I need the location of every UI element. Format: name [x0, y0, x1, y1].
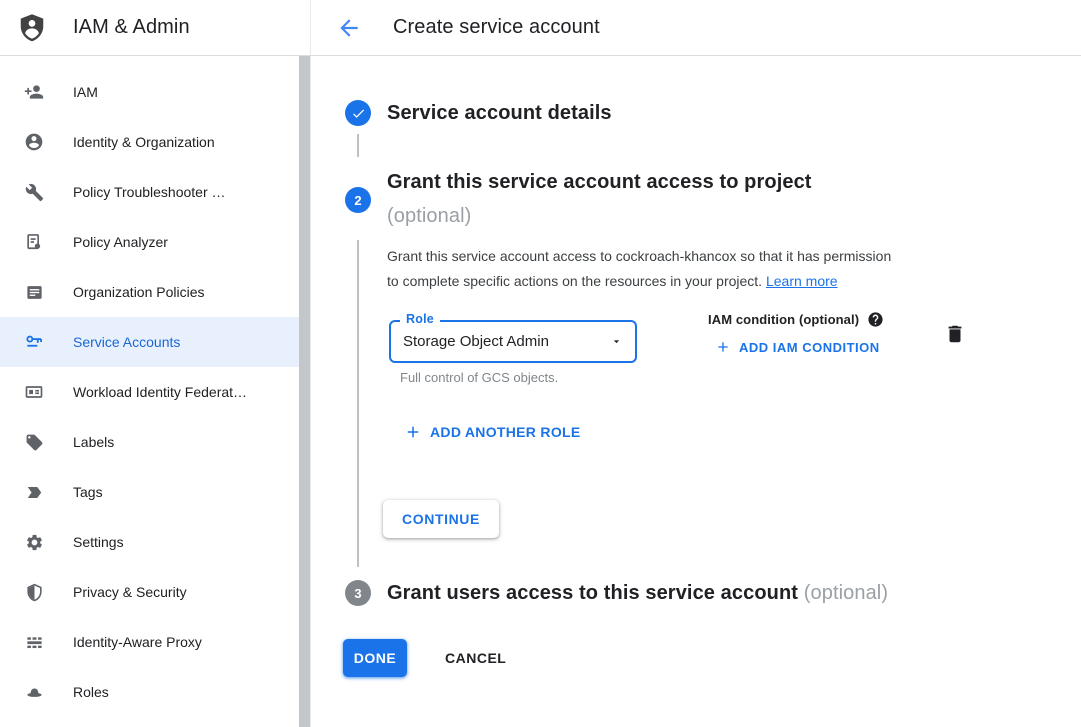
step-connector [357, 240, 359, 567]
sidebar-item-identity-aware-proxy[interactable]: Identity-Aware Proxy [0, 617, 310, 667]
step2-badge: 2 [345, 187, 371, 213]
sidebar-item-labels[interactable]: Labels [0, 417, 310, 467]
sidebar-scrollbar[interactable] [299, 56, 310, 727]
step1-completed-badge [345, 100, 371, 126]
step2-number: 2 [354, 193, 361, 208]
step-connector [357, 134, 359, 157]
back-arrow-icon [336, 15, 362, 41]
sidebar-item-workload-identity-federation[interactable]: Workload Identity Federat… [0, 367, 310, 417]
workload-identity-card-icon [24, 382, 44, 402]
sidebar-nav: IAM Identity & Organization Policy Troub… [0, 56, 311, 727]
step2-description: Grant this service account access to coc… [387, 244, 1007, 294]
product-title: IAM & Admin [73, 16, 190, 39]
wrench-icon [24, 182, 44, 202]
sidebar-item-label: Policy Troubleshooter … [73, 184, 226, 200]
step3-badge: 3 [345, 580, 371, 606]
description-line1: Grant this service account access to coc… [387, 248, 891, 264]
sidebar-item-roles[interactable]: Roles [0, 667, 310, 717]
sidebar-item-service-accounts[interactable]: Service Accounts [0, 317, 310, 367]
step3-title-text: Grant users access to this service accou… [387, 582, 798, 604]
label-tag-icon [24, 432, 44, 452]
sidebar-item-label: IAM [73, 84, 98, 100]
roles-hat-icon [24, 682, 44, 702]
organization-policies-icon [24, 282, 44, 302]
identity-aware-proxy-icon [24, 632, 44, 652]
sidebar-item-label: Labels [73, 434, 114, 450]
role-helper-text: Full control of GCS objects. [400, 370, 558, 385]
shield-icon [24, 582, 44, 602]
sidebar-item-label: Identity-Aware Proxy [73, 634, 202, 650]
back-button[interactable] [336, 15, 362, 41]
sidebar-item-label: Settings [73, 534, 124, 550]
account-circle-icon [24, 132, 44, 152]
sidebar-item-policy-analyzer[interactable]: Policy Analyzer [0, 217, 310, 267]
sidebar-item-identity-organization[interactable]: Identity & Organization [0, 117, 310, 167]
add-iam-condition-button[interactable]: ADD IAM CONDITION [715, 339, 880, 355]
sidebar-item-label: Privacy & Security [73, 584, 187, 600]
step1-title: Service account details [387, 100, 612, 126]
plus-icon [404, 423, 422, 441]
gcp-console-page: IAM & Admin Create service account IAM [0, 0, 1081, 727]
step2-optional-label: (optional) [387, 203, 471, 229]
product-header: IAM & Admin [0, 0, 311, 55]
add-iam-condition-label: ADD IAM CONDITION [739, 340, 880, 355]
top-header: IAM & Admin Create service account [0, 0, 1081, 56]
plus-icon [715, 339, 731, 355]
trash-icon [944, 323, 968, 345]
sidebar-scrollbar-thumb[interactable] [299, 56, 310, 727]
sidebar-item-label: Workload Identity Federat… [73, 384, 247, 400]
sidebar-item-organization-policies[interactable]: Organization Policies [0, 267, 310, 317]
sidebar-item-tags[interactable]: Tags [0, 467, 310, 517]
sidebar-item-iam[interactable]: IAM [0, 67, 310, 117]
sidebar-item-label: Identity & Organization [73, 134, 215, 150]
add-another-role-button[interactable]: ADD ANOTHER ROLE [404, 423, 581, 441]
iam-condition-header: IAM condition (optional) [708, 311, 884, 328]
sidebar-item-privacy-security[interactable]: Privacy & Security [0, 567, 310, 617]
sidebar-item-label: Tags [73, 484, 103, 500]
role-select-value: Storage Object Admin [403, 322, 549, 361]
description-line2: to complete specific actions on the reso… [387, 273, 762, 289]
help-icon [867, 311, 884, 328]
sidebar-item-settings[interactable]: Settings [0, 517, 310, 567]
sidebar-item-label: Service Accounts [73, 334, 180, 350]
page-title: Create service account [393, 16, 600, 39]
help-button[interactable] [867, 311, 884, 328]
learn-more-link[interactable]: Learn more [766, 273, 838, 289]
step2-title: Grant this service account access to pro… [387, 169, 812, 195]
policy-analyzer-icon [24, 232, 44, 252]
continue-button[interactable]: CONTINUE [383, 500, 499, 538]
iam-shield-logo-icon [17, 11, 49, 45]
tags-arrow-icon [24, 482, 44, 502]
cancel-button[interactable]: CANCEL [433, 639, 518, 677]
delete-role-button[interactable] [944, 322, 968, 346]
add-another-role-label: ADD ANOTHER ROLE [430, 424, 581, 440]
done-button[interactable]: DONE [343, 639, 407, 677]
check-icon [351, 106, 366, 121]
person-add-icon [24, 82, 44, 102]
sidebar-item-label: Organization Policies [73, 284, 205, 300]
dropdown-caret-icon [610, 335, 623, 348]
create-service-account-form: Service account details 2 Grant this ser… [311, 56, 1081, 727]
service-account-key-icon [24, 332, 44, 352]
step3-optional-label: (optional) [804, 582, 888, 604]
gear-icon [24, 532, 44, 552]
role-select[interactable]: Role Storage Object Admin [389, 320, 637, 363]
sidebar-item-policy-troubleshooter[interactable]: Policy Troubleshooter … [0, 167, 310, 217]
step3-title: Grant users access to this service accou… [387, 580, 888, 606]
iam-condition-label: IAM condition (optional) [708, 312, 859, 327]
sidebar-item-label: Roles [73, 684, 109, 700]
sidebar-item-label: Policy Analyzer [73, 234, 168, 250]
page-header: Create service account [311, 0, 1081, 55]
step3-number: 3 [354, 586, 361, 601]
